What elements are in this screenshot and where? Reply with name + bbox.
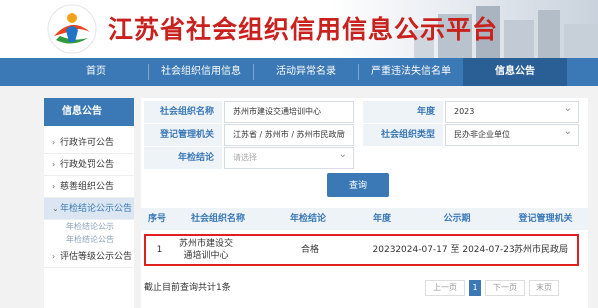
- column-header-period: 公示期: [443, 214, 471, 224]
- column-header-index: 序号: [147, 214, 166, 224]
- registry-cascader[interactable]: 江苏省 / 苏州市 / 苏州市民政局: [224, 124, 354, 146]
- org-name-label: 社会组织名称: [144, 101, 222, 123]
- sidebar-title: 信息公告: [44, 98, 134, 126]
- prev-page-button[interactable]: 上一页: [425, 280, 465, 296]
- nav-item-abnormal-list[interactable]: 活动异常名录: [254, 58, 358, 86]
- chevron-down-icon: ⌄: [52, 204, 59, 213]
- nav-item-credit-info[interactable]: 社会组织信用信息: [149, 58, 253, 86]
- logo-icon: [47, 4, 97, 54]
- chevron-right-icon: ›: [52, 138, 56, 147]
- cell-org-name[interactable]: 苏州市建设交通培训中心: [175, 236, 237, 264]
- chevron-right-icon: ›: [52, 160, 56, 169]
- main-panel: 社会组织名称 苏州市建设交通培训中心 年度 2023 登记管理机关 江苏省 / …: [141, 98, 588, 308]
- column-header-conclusion: 年检结论: [289, 214, 326, 224]
- cell-period: 2024-07-17 至 2024-07-23: [395, 245, 515, 255]
- sidebar-item-label: 年检结论公示公告: [60, 204, 133, 214]
- org-name-input[interactable]: 苏州市建设交通培训中心: [224, 101, 354, 123]
- nav-item-dishonest-list[interactable]: 严重违法失信名单: [359, 58, 463, 86]
- sidebar-item-admin-penalty[interactable]: › 行政处罚公告: [44, 154, 134, 176]
- chevron-right-icon: ›: [52, 182, 56, 191]
- site-title: 江苏省社会组织信用信息公示平台: [108, 15, 499, 44]
- page-1-button[interactable]: 1: [469, 280, 481, 296]
- chevron-right-icon: ›: [52, 252, 56, 261]
- main-nav: 首页 社会组织信用信息 活动异常名录 严重违法失信名单 信息公告: [0, 58, 598, 86]
- sidebar-item-rating[interactable]: › 评估等级公示公告: [44, 246, 134, 268]
- org-type-label: 社会组织类型: [363, 124, 443, 146]
- org-type-select[interactable]: 民办非企业单位: [445, 124, 579, 146]
- nav-item-home[interactable]: 首页: [44, 58, 148, 86]
- sidebar-item-label: 评估等级公示公告: [60, 252, 133, 262]
- conclusion-placeholder: 请选择: [233, 153, 257, 162]
- registry-label: 登记管理机关: [144, 124, 222, 146]
- table-row[interactable]: 1 苏州市建设交通培训中心 合格 2023 2024-07-17 至 2024-…: [144, 234, 579, 266]
- next-page-button[interactable]: 下一页: [485, 280, 525, 296]
- year-select[interactable]: 2023: [445, 101, 579, 123]
- sidebar-subitem-inspection-publicity[interactable]: 年检结论公示: [44, 220, 134, 233]
- column-header-authority: 登记管理机关: [518, 214, 573, 224]
- cell-conclusion: 合格: [300, 245, 319, 255]
- cell-authority: 苏州市民政局: [513, 245, 568, 255]
- sidebar-item-admin-license[interactable]: › 行政许可公告: [44, 132, 134, 154]
- year-value: 2023: [454, 107, 475, 116]
- year-label: 年度: [363, 101, 443, 123]
- registry-value: 江苏省 / 苏州市 / 苏州市民政局: [233, 130, 345, 139]
- sidebar-item-label: 行政许可公告: [60, 138, 115, 148]
- column-header-year: 年度: [372, 214, 391, 224]
- sidebar-item-charity[interactable]: › 慈善组织公告: [44, 176, 134, 198]
- sidebar-subitem-inspection-notice[interactable]: 年检结论公告: [44, 233, 134, 246]
- result-count: 截止目前查询共计1条: [144, 283, 231, 293]
- table-header: 序号 社会组织名称 年检结论 年度 公示期 登记管理机关: [141, 208, 588, 230]
- sidebar-item-label: 慈善组织公告: [60, 182, 115, 192]
- site-header: 江苏省社会组织信用信息公示平台: [0, 0, 598, 58]
- column-header-name: 社会组织名称: [190, 214, 245, 224]
- conclusion-label: 年检结论: [144, 147, 222, 169]
- org-type-value: 民办非企业单位: [454, 130, 510, 139]
- last-page-button[interactable]: 末页: [529, 280, 559, 296]
- nav-item-announcements[interactable]: 信息公告: [463, 58, 567, 86]
- sidebar-item-annual-inspection[interactable]: ⌄年检结论公示公告: [44, 198, 134, 220]
- cell-index: 1: [156, 245, 163, 255]
- sidebar-item-label: 行政处罚公告: [60, 160, 115, 170]
- conclusion-select[interactable]: 请选择: [224, 147, 354, 169]
- query-button[interactable]: 查询: [327, 173, 389, 197]
- sidebar: 信息公告 › 行政许可公告 › 行政处罚公告 › 慈善组织公告 ⌄年检结论公示公告 年…: [44, 98, 134, 308]
